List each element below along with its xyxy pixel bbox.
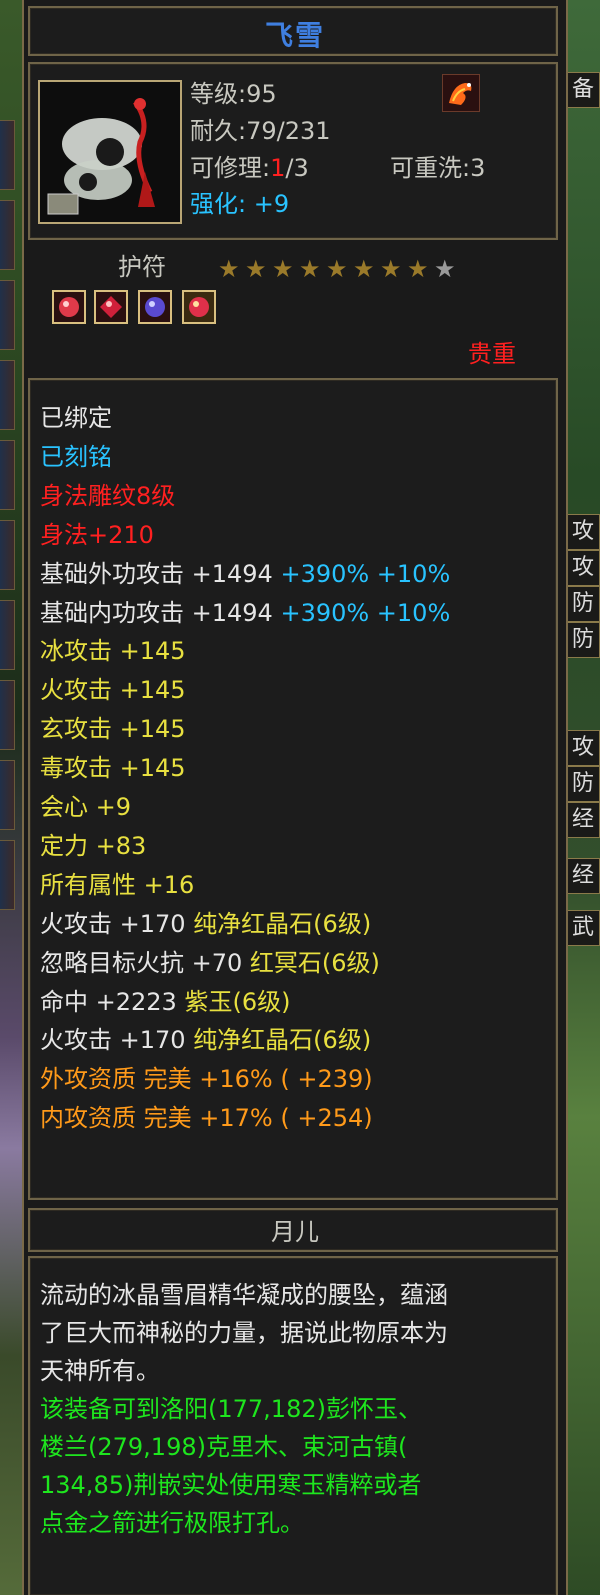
attribute-line: 身法雕纹8级	[40, 481, 176, 510]
attribute-line: 火攻击 +170 纯净红晶石(6级)	[40, 1026, 371, 1054]
attribute-line: 所有属性 +16	[40, 870, 195, 899]
side-tab[interactable]: 攻	[566, 514, 600, 550]
equip-slot[interactable]	[0, 760, 15, 830]
description-line: 天神所有。	[40, 1357, 160, 1385]
durability-row: 耐久:79/231	[190, 117, 331, 145]
jade-pendant-icon	[40, 82, 180, 222]
star-filled-icon: ★	[245, 255, 267, 283]
attribute-line: 外攻资质 完美 +16% ( +239)	[40, 1065, 373, 1094]
attribute-part: 紫玉(6级)	[184, 987, 291, 1016]
side-tab[interactable]: 经	[566, 858, 600, 894]
side-tab[interactable]: 防	[566, 622, 600, 658]
equip-slot[interactable]	[0, 280, 15, 350]
item-type: 护符	[118, 253, 166, 281]
enhance-row: 强化: +9	[190, 190, 290, 218]
item-name: 飞雪	[264, 19, 325, 52]
attribute-part: 纯净红晶石(6级)	[193, 1026, 372, 1055]
gem-socket-3[interactable]	[138, 290, 172, 324]
star-filled-icon: ★	[218, 255, 240, 283]
rewash-label: 可重洗	[390, 154, 462, 182]
attribute-line: 基础内功攻击 +1494 +390% +10%	[40, 599, 450, 627]
equip-slot[interactable]	[0, 440, 15, 510]
repair-row: 可修理:1/3	[190, 154, 309, 182]
attribute-part: 红冥石(6级)	[249, 948, 380, 977]
star-filled-icon: ★	[299, 255, 321, 283]
gem-socket-2[interactable]	[94, 290, 128, 324]
attribute-line: 已绑定	[40, 404, 112, 432]
item-icon	[38, 80, 182, 224]
gem-socket-4[interactable]	[182, 290, 216, 324]
repair-used: 1	[270, 154, 286, 182]
attribute-part: 火攻击 +170	[40, 909, 194, 938]
attribute-line: 基础外功攻击 +1494 +390% +10%	[40, 560, 450, 588]
level-label: 等级	[190, 80, 238, 108]
rewash-value: :3	[462, 154, 486, 182]
equip-slot[interactable]	[0, 680, 15, 750]
socket-hint-line: 楼兰(279,198)克里木、束河古镇(	[40, 1433, 408, 1461]
description-text: 流动的冰晶雪眉精华凝成的腰坠，蕴涵 了巨大而神秘的力量，据说此物原本为 天神所有…	[40, 1276, 550, 1542]
star-filled-icon: ★	[272, 255, 294, 283]
equip-slot[interactable]	[0, 600, 15, 670]
attribute-line: 命中 +2223 紫玉(6级)	[40, 988, 290, 1016]
equip-slot[interactable]	[0, 840, 15, 910]
side-tab[interactable]: 攻	[566, 550, 600, 586]
side-tab[interactable]: 防	[566, 766, 600, 802]
durability-label: 耐久	[190, 117, 238, 145]
attribute-part: +390% +10%	[280, 598, 451, 627]
attribute-line: 定力 +83	[40, 831, 147, 860]
attribute-part: 命中 +2223	[40, 987, 185, 1016]
rewash-row: 可重洗:3	[390, 154, 485, 182]
maker-name: 月儿	[271, 1218, 319, 1246]
socket-hint-line: 该装备可到洛阳(177,182)彭怀玉、	[40, 1395, 422, 1423]
description-line: 流动的冰晶雪眉精华凝成的腰坠，蕴涵	[40, 1281, 448, 1309]
attribute-part: 基础外功攻击 +1494	[40, 559, 281, 588]
repair-total: /3	[285, 154, 309, 182]
attribute-part: 纯净红晶石(6级)	[193, 909, 372, 938]
enhance-label: 强化	[190, 190, 238, 218]
equip-slot[interactable]	[0, 520, 15, 590]
side-tab[interactable]: 备	[566, 72, 600, 108]
attribute-line: 火攻击 +170 纯净红晶石(6级)	[40, 910, 371, 938]
side-tab[interactable]: 攻	[566, 730, 600, 766]
star-filled-icon: ★	[380, 255, 402, 283]
equip-slot[interactable]	[0, 360, 15, 430]
level-value: :95	[238, 80, 277, 108]
attribute-line: 冰攻击 +145	[40, 637, 186, 666]
attribute-line: 玄攻击 +145	[40, 715, 186, 744]
durability-value: :79/231	[238, 117, 331, 145]
equip-slot[interactable]	[0, 200, 15, 270]
star-empty-icon: ★	[434, 255, 456, 283]
attribute-line: 火攻击 +145	[40, 676, 186, 705]
rarity-label: 贵重	[468, 340, 516, 368]
socket-hint-line: 点金之箭进行极限打孔。	[40, 1509, 304, 1537]
enhance-value: +9	[253, 190, 290, 218]
gem-socket-1[interactable]	[52, 290, 86, 324]
attribute-part: 火攻击 +170	[40, 1026, 194, 1055]
star-rating: ★ ★ ★ ★ ★ ★ ★ ★ ★	[218, 255, 461, 283]
attribute-line: 忽略目标火抗 +70 红冥石(6级)	[40, 949, 380, 977]
side-tab[interactable]: 防	[566, 586, 600, 622]
description-line: 了巨大而神秘的力量，据说此物原本为	[40, 1319, 448, 1347]
level-row: 等级:95	[190, 80, 277, 108]
star-filled-icon: ★	[353, 255, 375, 283]
attribute-part: +390% +10%	[280, 559, 451, 588]
side-tab[interactable]: 武	[566, 910, 600, 946]
equip-slot[interactable]	[0, 120, 15, 190]
attribute-line: 会心 +9	[40, 793, 132, 821]
attribute-line: 身法+210	[40, 520, 154, 549]
side-tab[interactable]: 经	[566, 802, 600, 838]
attribute-part: 基础内功攻击 +1494	[40, 598, 281, 627]
attribute-line: 毒攻击 +145	[40, 754, 186, 783]
star-filled-icon: ★	[326, 255, 348, 283]
repair-label: 可修理	[190, 154, 262, 182]
attribute-line: 已刻铭	[40, 442, 112, 471]
attribute-part: 忽略目标火抗 +70	[40, 948, 250, 977]
socket-hint-line: 134,85)荆嵌实处使用寒玉精粹或者	[40, 1471, 422, 1499]
phoenix-badge-icon	[442, 74, 480, 112]
star-filled-icon: ★	[407, 255, 429, 283]
attribute-line: 内攻资质 完美 +17% ( +254)	[40, 1104, 373, 1133]
